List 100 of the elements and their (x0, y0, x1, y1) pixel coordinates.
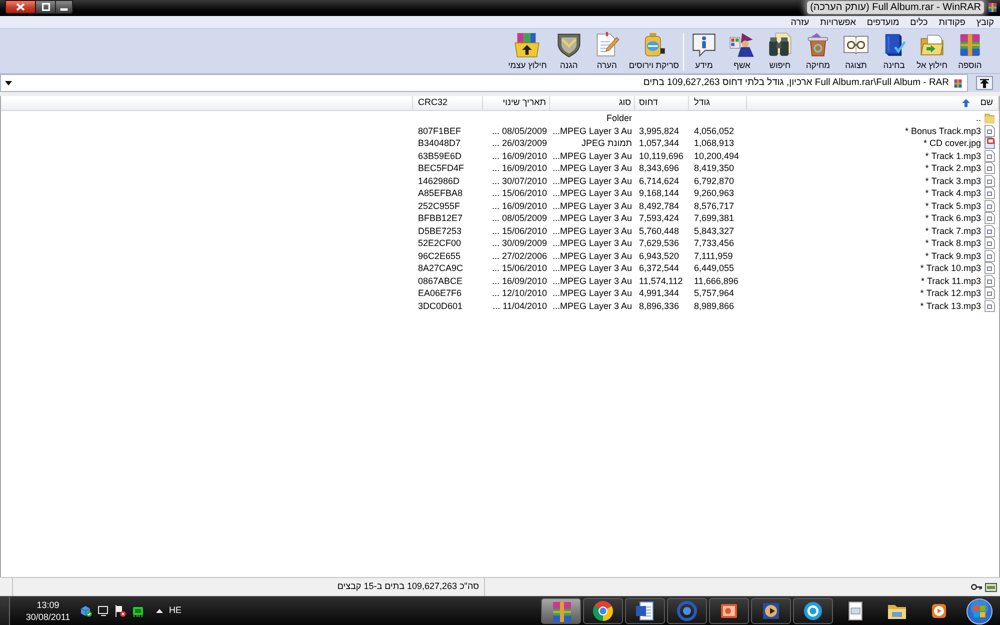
file-icon (984, 150, 995, 162)
modified-date: 30/09/2009 ... (492, 238, 547, 248)
file-name[interactable]: Track 13.mp3 * (920, 300, 981, 312)
info-icon (691, 32, 717, 58)
modified-date: 16/09/2010 ... (492, 150, 547, 160)
file-type: MPEG Layer 3 Au... (552, 126, 632, 136)
packed-size: 11,574,112 (639, 276, 683, 286)
packed-size: 9,168,144 (639, 188, 680, 198)
minimize-button[interactable] (55, 0, 73, 14)
file-icon (984, 174, 995, 187)
packed-size: 6,943,520 (639, 250, 680, 260)
column-header[interactable]: גודל (689, 96, 747, 110)
packed-size: 4,991,344 (639, 288, 680, 298)
file-type: MPEG Layer 3 Au... (552, 188, 632, 198)
file-name[interactable]: Track 5.mp3 * (925, 200, 981, 212)
document-icon (634, 600, 656, 622)
packed-size: 3,995,824 (639, 126, 680, 136)
file-name[interactable]: Bonus Track.mp3 * (904, 124, 981, 137)
file-name[interactable]: Track 2.mp3 * (925, 162, 981, 174)
taskbar-button[interactable] (793, 598, 833, 624)
file-icon (984, 162, 995, 174)
folder-arrow-icon (919, 32, 945, 58)
menu-item[interactable]: קובץ (976, 16, 994, 28)
menu-item[interactable]: כלים (910, 16, 928, 28)
packed-size: 7,593,424 (639, 213, 680, 223)
status-text: סה"כ 109,627,263 בתים ב-15 קבצים (337, 580, 479, 594)
column-header[interactable]: סוג (550, 96, 635, 110)
box-arrow-icon (514, 32, 540, 58)
books-stack-icon (953, 78, 963, 88)
folder-icon (984, 112, 995, 124)
toolbar-button[interactable]: הערה (588, 32, 626, 70)
file-size: 9,260,963 (694, 188, 734, 198)
file-size: 4,056,052 (694, 126, 734, 136)
chip-icon (132, 606, 144, 616)
media-icon (760, 600, 782, 622)
column-header[interactable]: שם (747, 96, 999, 110)
taskbar-button[interactable] (583, 598, 623, 624)
binoculars-icon (767, 32, 793, 58)
modified-date: 26/03/2009 ... (492, 138, 547, 148)
file-name[interactable]: Track 11.mp3 * (920, 274, 981, 287)
packed-size: 6,372,544 (639, 263, 680, 273)
clock-date: 30/08/2011 (26, 611, 70, 623)
file-type: MPEG Layer 3 Au... (552, 300, 632, 310)
modified-date: 15/06/2010 ... (492, 226, 547, 236)
restore-icon (42, 3, 50, 11)
up-triangle-icon (156, 609, 163, 613)
crc-checksum: BFBB12E7 (418, 213, 463, 223)
taskbar-button[interactable] (625, 598, 665, 624)
restore-button[interactable] (36, 0, 55, 14)
menu-item[interactable]: פקודות (938, 16, 966, 28)
packed-size: 8,343,696 (639, 163, 680, 173)
file-name[interactable]: Track 3.mp3 * (925, 174, 981, 187)
file-icon (984, 200, 995, 212)
close-button[interactable] (5, 0, 36, 14)
file-type: MPEG Layer 3 Au... (552, 276, 632, 286)
start-button[interactable] (964, 598, 994, 624)
column-header[interactable]: דחוס (635, 96, 689, 110)
browser-ball-icon (592, 600, 614, 622)
file-icon (984, 212, 995, 224)
sort-up-arrow-icon (962, 99, 970, 107)
language-indicator[interactable]: HE (169, 604, 182, 618)
taskbar-button[interactable] (751, 598, 791, 624)
toolbar-button[interactable]: סריקת וירוסים (626, 32, 682, 70)
file-size: 11,666,896 (694, 276, 738, 286)
file-name[interactable]: .. (976, 112, 981, 124)
modified-date: 12/10/2010 ... (492, 288, 547, 298)
file-size: 10,200,494 (694, 150, 740, 160)
file-name[interactable]: Track 6.mp3 * (925, 212, 981, 224)
file-type: MPEG Layer 3 Au... (552, 263, 632, 273)
modified-date: 08/05/2009 ... (492, 126, 547, 136)
file-icon (984, 224, 995, 237)
crc-checksum: 8A27CA9C (418, 263, 464, 273)
file-type: MPEG Layer 3 Au... (552, 176, 632, 186)
file-name[interactable]: Track 9.mp3 * (925, 250, 981, 262)
file-size: 7,699,381 (694, 213, 734, 223)
menu-item[interactable]: מועדפים (866, 16, 900, 28)
file-name[interactable]: Track 10.mp3 * (920, 262, 981, 274)
up-folder-button[interactable] (976, 76, 992, 90)
file-name[interactable]: Track 7.mp3 * (925, 224, 981, 237)
file-size: 7,111,959 (694, 250, 733, 260)
crc-checksum: 807F1BEF (418, 126, 462, 136)
packed-size: 8,492,784 (639, 200, 680, 210)
file-name[interactable]: Track 4.mp3 * (925, 187, 981, 200)
file-name[interactable]: Track 8.mp3 * (925, 237, 981, 250)
address-field[interactable]: Full Album.rar\Full Album - RAR ארכיון, גודל בלתי דחוס 109,627,263 בתים (0, 74, 968, 92)
file-type: MPEG Layer 3 Au... (552, 213, 632, 223)
modified-date: 16/09/2010 ... (492, 163, 547, 173)
file-icon (984, 237, 995, 250)
taskbar-button[interactable] (709, 598, 749, 624)
file-name[interactable]: Track 12.mp3 * (920, 287, 981, 300)
books-stack-icon (987, 2, 998, 13)
file-icon (984, 287, 995, 300)
modified-date: 30/07/2010 ... (492, 176, 547, 186)
up-arrow-icon (980, 78, 988, 88)
crc-checksum: 63B59E6D (418, 150, 462, 160)
modified-date: 27/02/2006 ... (492, 250, 547, 260)
file-name[interactable]: Track 1.mp3 * (925, 150, 981, 162)
show-desktop-button[interactable] (0, 597, 10, 625)
file-name[interactable]: CD cover.jpg * (923, 137, 981, 150)
shield-icon (556, 32, 582, 58)
